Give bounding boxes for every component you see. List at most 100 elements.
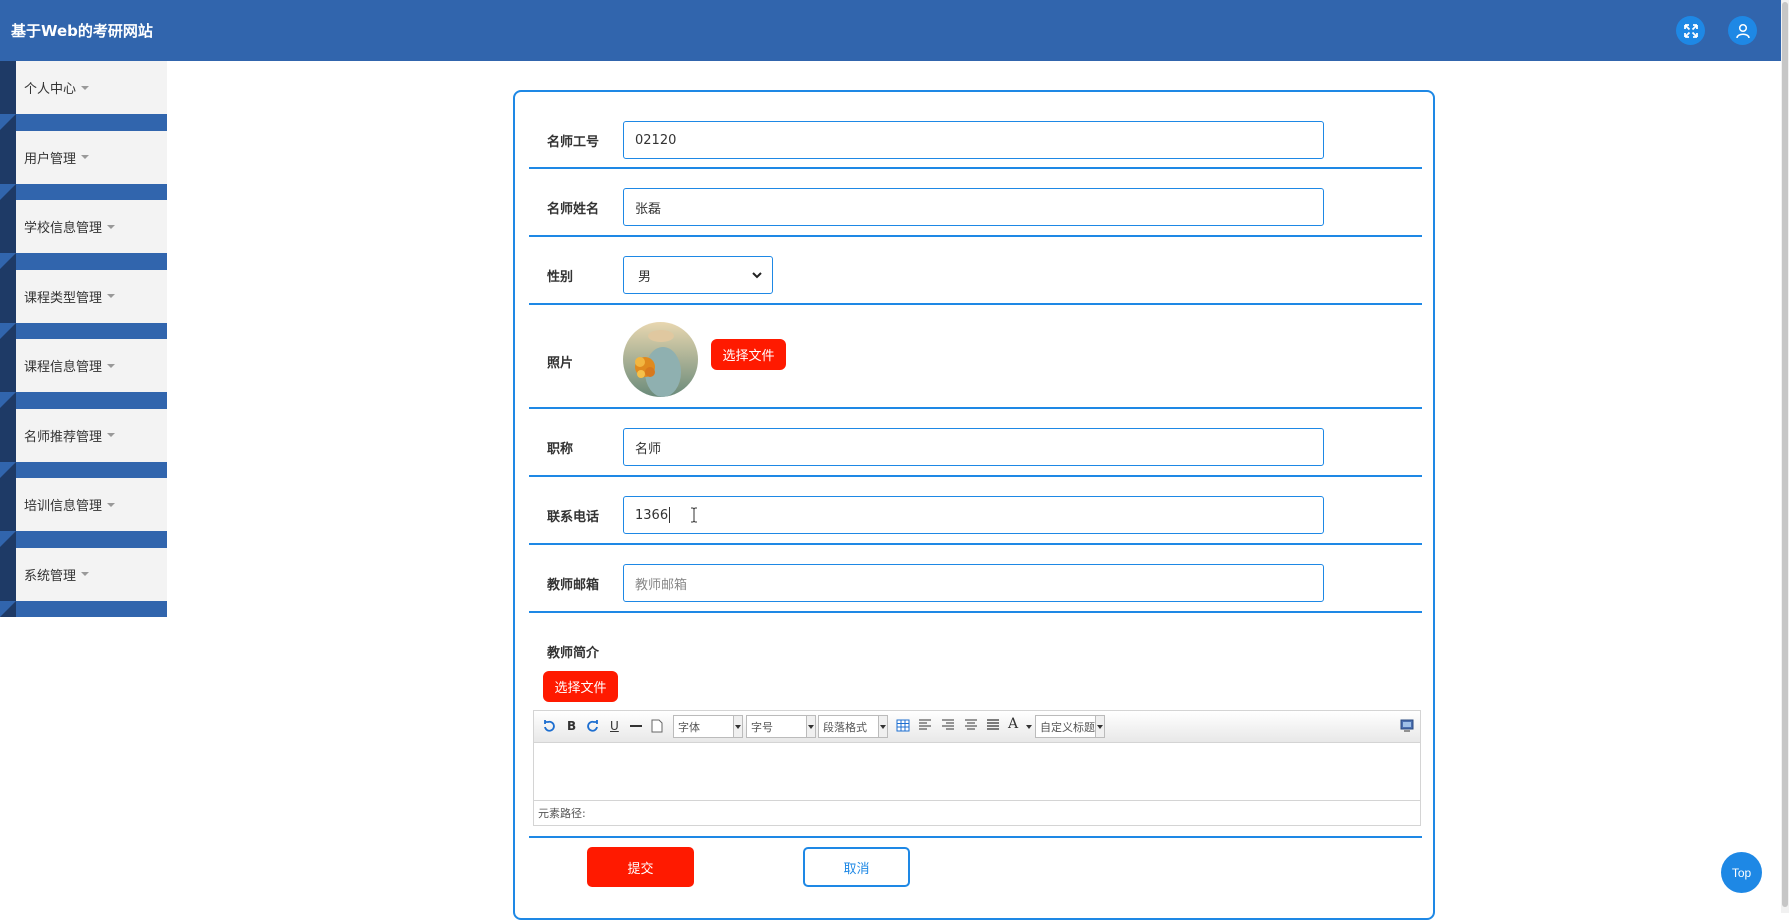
- job-title-label: 职称: [547, 442, 574, 457]
- fullscreen-button[interactable]: [1676, 16, 1705, 45]
- email-label: 教师邮箱: [547, 578, 600, 593]
- sidebar-item-personal-center[interactable]: 个人中心: [0, 61, 167, 131]
- sidebar-edge: [0, 478, 16, 548]
- underline-button[interactable]: U: [610, 719, 619, 733]
- dropdown-arrow-icon: [733, 716, 742, 737]
- caret-down-icon: [107, 433, 116, 437]
- sidebar-edge: [0, 547, 16, 617]
- email-input[interactable]: 教师邮箱: [623, 564, 1324, 602]
- form-row-phone: 联系电话 1366: [529, 477, 1422, 545]
- teacher-id-label: 名师工号: [547, 135, 600, 150]
- form-row-gender: 性别 男: [529, 237, 1422, 305]
- expand-icon: [1683, 23, 1698, 38]
- teacher-name-label: 名师姓名: [547, 202, 600, 217]
- text-caret: [669, 507, 671, 523]
- scrollbar-thumb[interactable]: [1782, 2, 1788, 907]
- job-title-input[interactable]: 名师: [623, 428, 1324, 466]
- back-to-top-button[interactable]: Top: [1721, 852, 1762, 893]
- bold-button[interactable]: B: [567, 719, 576, 733]
- font-size-label: 字号: [751, 720, 773, 734]
- horizontal-rule-icon[interactable]: [630, 725, 642, 727]
- sidebar-item-label: 名师推荐管理: [24, 429, 103, 445]
- gender-select[interactable]: 男: [623, 256, 773, 294]
- sidebar-item-course-type[interactable]: 课程类型管理: [0, 269, 167, 339]
- caret-down-icon: [1026, 725, 1032, 729]
- intro-label: 教师简介: [547, 646, 600, 661]
- sidebar: 个人中心 用户管理 学校信息管理 课程类型管理 课程信息管理 名师推荐管理 培训…: [0, 61, 167, 617]
- rich-text-editor: B U 字体 字号 段落格式 A 自定义标题 元素路径:: [533, 710, 1421, 826]
- custom-title-select[interactable]: 自定义标题: [1035, 715, 1105, 738]
- dropdown-arrow-icon: [806, 716, 815, 737]
- sidebar-item-label: 系统管理: [24, 568, 77, 584]
- gender-label: 性别: [547, 270, 574, 285]
- photo-preview: [623, 322, 698, 397]
- cancel-button[interactable]: 取消: [803, 847, 910, 887]
- paragraph-label: 段落格式: [823, 720, 867, 734]
- caret-down-icon: [81, 85, 90, 90]
- caret-down-icon: [107, 363, 116, 368]
- teacher-id-input[interactable]: 02120: [623, 121, 1324, 159]
- undo-icon[interactable]: [542, 719, 556, 733]
- form-row-teacher-name: 名师姓名 张磊: [529, 169, 1422, 237]
- editor-toolbar: B U 字体 字号 段落格式 A 自定义标题: [534, 711, 1420, 743]
- sidebar-edge: [0, 61, 16, 131]
- redo-icon[interactable]: [586, 719, 600, 733]
- choose-intro-file-button[interactable]: 选择文件: [543, 671, 618, 702]
- caret-down-icon: [107, 294, 116, 298]
- custom-title-label: 自定义标题: [1040, 720, 1095, 734]
- form-row-teacher-id: 名师工号 02120: [529, 92, 1422, 169]
- dropdown-arrow-icon: [878, 716, 887, 737]
- text-cursor-icon: [691, 507, 698, 523]
- table-icon[interactable]: [896, 719, 910, 732]
- align-justify-icon[interactable]: [986, 719, 1000, 731]
- sidebar-item-label: 培训信息管理: [24, 499, 103, 514]
- caret-down-icon: [81, 572, 90, 576]
- choose-photo-button[interactable]: 选择文件: [711, 339, 786, 370]
- form-row-photo: 照片 选择文件: [529, 305, 1422, 409]
- font-size-select[interactable]: 字号: [746, 715, 816, 738]
- font-family-select[interactable]: 字体: [673, 715, 743, 738]
- photo-label: 照片: [547, 356, 574, 371]
- sidebar-edge: [0, 130, 16, 200]
- photo-image: [623, 322, 698, 397]
- phone-input[interactable]: 1366: [623, 496, 1324, 534]
- teacher-name-input[interactable]: 张磊: [623, 188, 1324, 226]
- paragraph-select[interactable]: 段落格式: [818, 715, 888, 738]
- sidebar-item-user-management[interactable]: 用户管理: [0, 130, 167, 200]
- form-row-email: 教师邮箱 教师邮箱: [529, 545, 1422, 613]
- align-right-icon[interactable]: [941, 719, 955, 731]
- caret-down-icon: [107, 502, 116, 507]
- user-icon: [1735, 23, 1750, 38]
- sidebar-item-training-info[interactable]: 培训信息管理: [0, 478, 167, 548]
- sidebar-item-system[interactable]: 系统管理: [0, 547, 167, 617]
- font-family-label: 字体: [678, 720, 700, 734]
- sidebar-item-label: 课程信息管理: [24, 360, 103, 375]
- sidebar-item-label: 用户管理: [24, 151, 77, 167]
- align-left-icon[interactable]: [918, 719, 932, 731]
- sidebar-item-course-info[interactable]: 课程信息管理: [0, 339, 167, 409]
- element-path: 元素路径:: [538, 807, 586, 820]
- sidebar-item-teacher-recommend[interactable]: 名师推荐管理: [0, 408, 167, 478]
- sidebar-edge: [0, 269, 16, 339]
- font-color-button[interactable]: A: [1008, 716, 1018, 732]
- user-button[interactable]: [1728, 16, 1757, 45]
- sidebar-edge: [0, 339, 16, 409]
- top-header: 基于Web的考研网站: [0, 0, 1781, 61]
- sidebar-edge: [0, 408, 16, 478]
- align-center-icon[interactable]: [964, 719, 978, 731]
- preview-icon[interactable]: [1400, 719, 1414, 732]
- editor-content-area[interactable]: [534, 743, 1420, 801]
- page-scrollbar[interactable]: [1781, 0, 1789, 913]
- phone-label: 联系电话: [547, 510, 600, 525]
- gender-select-value: 男: [638, 269, 652, 285]
- chevron-down-icon: [752, 271, 762, 278]
- sidebar-edge: [0, 200, 16, 270]
- dropdown-arrow-icon: [1095, 716, 1104, 737]
- submit-button[interactable]: 提交: [587, 847, 694, 887]
- form-row-job-title: 职称 名师: [529, 409, 1422, 477]
- document-icon[interactable]: [651, 719, 663, 733]
- caret-down-icon: [81, 155, 90, 159]
- sidebar-item-school-info[interactable]: 学校信息管理: [0, 200, 167, 270]
- sidebar-item-label: 个人中心: [24, 82, 77, 97]
- site-title: 基于Web的考研网站: [11, 22, 153, 40]
